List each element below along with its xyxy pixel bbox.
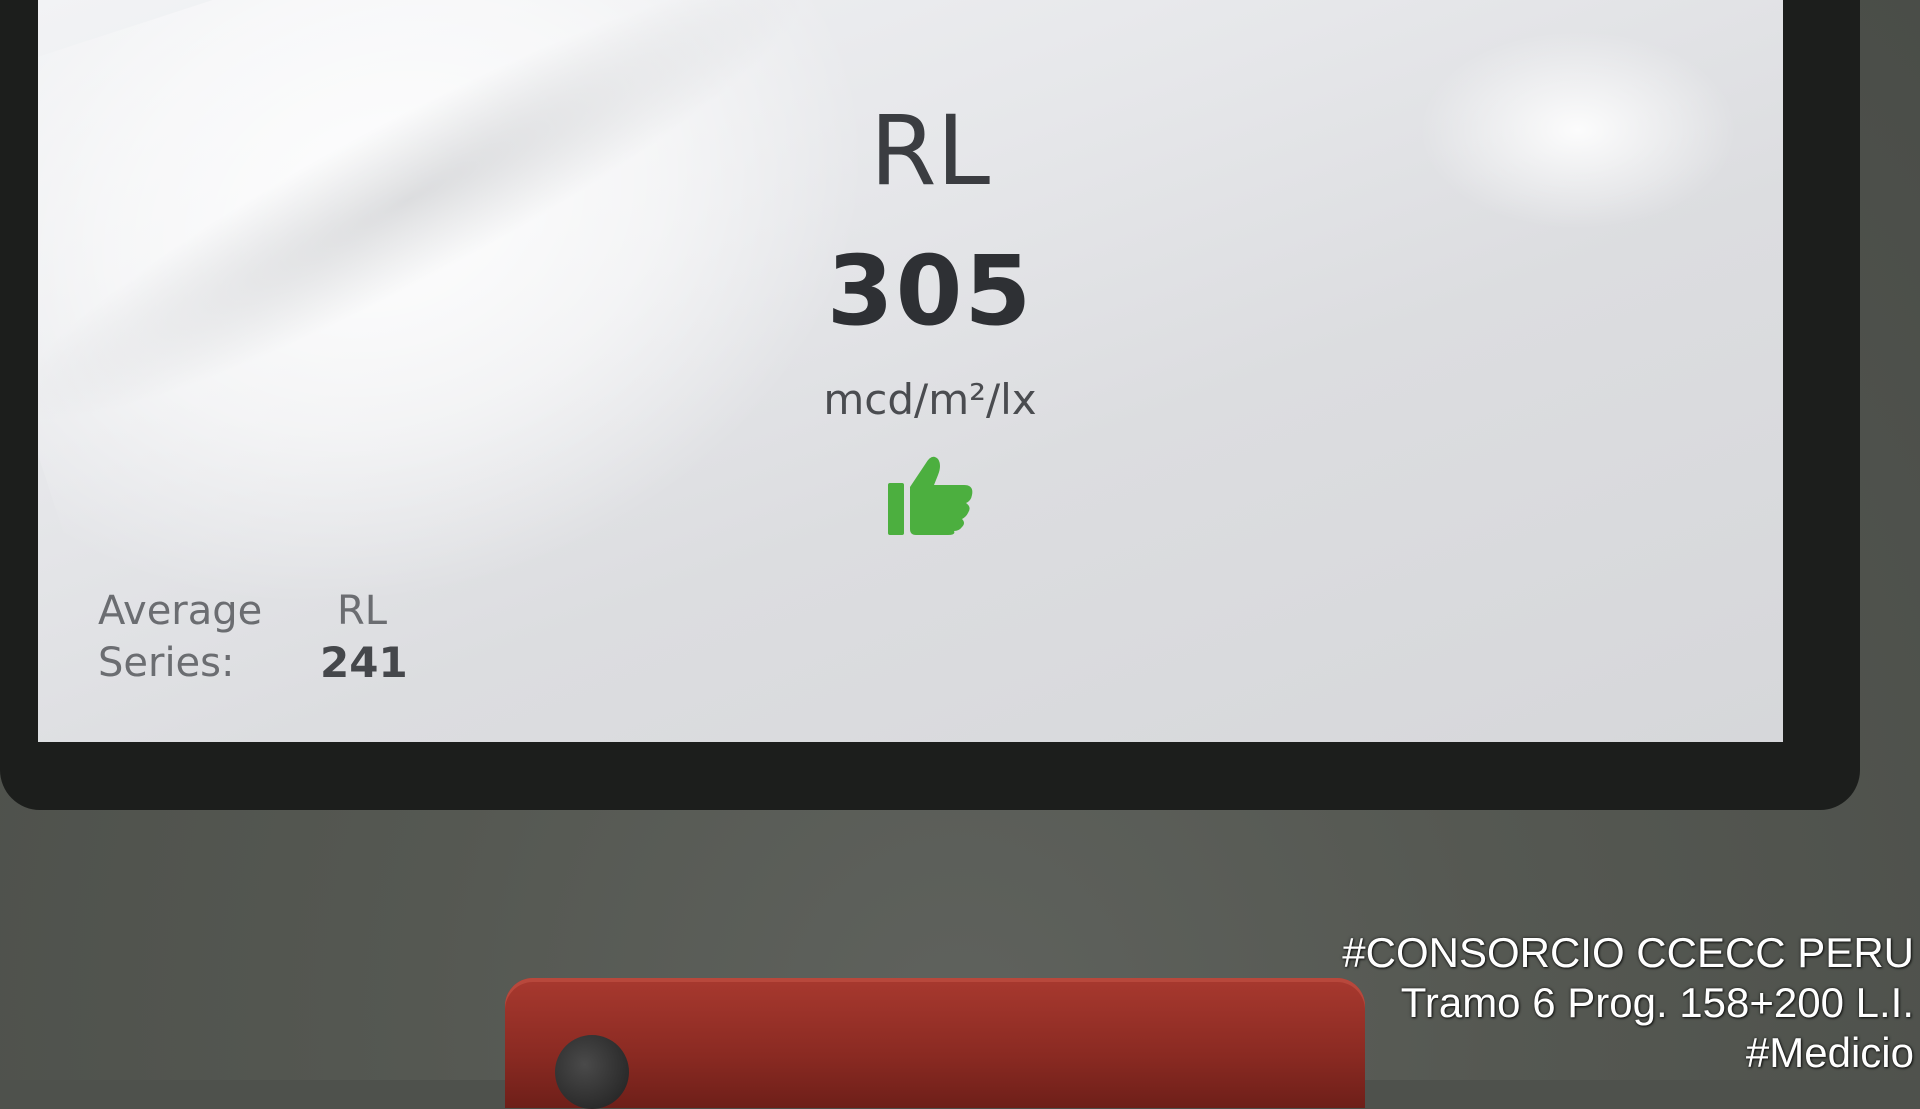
average-label-line2: Series: bbox=[98, 640, 235, 686]
metric-title: RL bbox=[869, 95, 991, 207]
thumbs-up-icon bbox=[888, 456, 973, 535]
average-series-label: Average Series: bbox=[98, 585, 262, 689]
watermark-line2: Tramo 6 Prog. 158+200 L.I. bbox=[1400, 979, 1914, 1026]
watermark: #CONSORCIO CCECC PERU Tramo 6 Prog. 158+… bbox=[1342, 928, 1914, 1078]
average-label-line1: Average bbox=[98, 588, 263, 634]
watermark-line3: #Medicio bbox=[1745, 1029, 1914, 1076]
reading-unit: mcd/m²/lx bbox=[823, 375, 1037, 424]
button-knob bbox=[555, 1035, 629, 1109]
average-metric-label: RL bbox=[337, 588, 388, 634]
reading-value: 305 bbox=[826, 235, 1034, 347]
watermark-line1: #CONSORCIO CCECC PERU bbox=[1342, 929, 1914, 976]
device-red-button[interactable] bbox=[505, 978, 1365, 1108]
average-value: 241 bbox=[320, 638, 408, 687]
